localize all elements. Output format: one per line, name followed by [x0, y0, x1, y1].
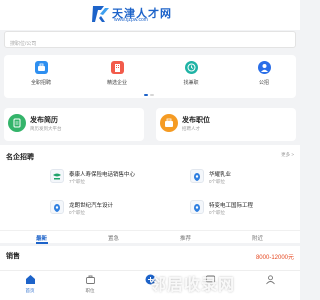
card-title: 发布简历 [30, 117, 58, 124]
company-name: 华耀乳业 [209, 172, 232, 178]
company-job-count: 0个职位 [209, 210, 226, 215]
job-title: 销售 [6, 253, 20, 260]
job-salary: 8000-12000元 [255, 255, 294, 261]
category-menu: 全职招聘 精选企业 找兼职 公招 [4, 55, 296, 98]
company-name: 龙朗世纪汽车设计 [69, 203, 114, 209]
post-job-card[interactable]: 发布职位 招聘人才 [156, 108, 296, 141]
logo-url: www.tjzpw.com [114, 17, 148, 23]
famous-companies-section: 名企招聘 更多 > 泰康人寿保险电话销售中心 7个职位 华耀乳业 0个职位 龙朗… [0, 145, 300, 230]
menu-item-label: 找兼职 [183, 80, 199, 86]
company-item[interactable]: 华耀乳业 0个职位 [190, 167, 320, 192]
company-job-count: 0个职位 [209, 179, 226, 184]
menu-item-companies[interactable]: 精选企业 [92, 61, 142, 93]
tab-urgent[interactable]: 置急 [108, 234, 119, 242]
menu-item-public[interactable]: 公招 [239, 61, 289, 93]
tabbar-profile[interactable] [250, 274, 290, 285]
card-subtitle: 简历发到大平台 [30, 126, 62, 131]
clock-icon [184, 61, 198, 74]
briefcase-icon [34, 61, 48, 74]
company-logo [190, 200, 204, 214]
search-input[interactable] [5, 36, 295, 52]
menu-item-label: 全职招聘 [30, 80, 51, 86]
bag-icon [85, 275, 95, 284]
resume-icon [8, 114, 26, 132]
tab-latest[interactable]: 最新 [36, 234, 47, 242]
site-logo[interactable]: 天津人才网 www.tjzpw.com [92, 5, 212, 27]
carousel-dots [144, 94, 156, 96]
tabbar-label: 首页 [25, 288, 35, 293]
company-item[interactable]: 特变电工国际工程 0个职位 [190, 198, 320, 223]
job-post-icon [160, 114, 178, 132]
building-icon [110, 61, 124, 74]
menu-item-label: 精选企业 [106, 80, 127, 86]
active-tab-indicator [36, 242, 48, 244]
header-bar: 天津人才网 www.tjzpw.com [0, 0, 300, 30]
user-icon [265, 275, 275, 285]
company-job-count: 7个职位 [69, 179, 86, 184]
menu-item-fulltime[interactable]: 全职招聘 [16, 61, 66, 93]
dot [150, 94, 154, 96]
tab-nearby[interactable]: 附近 [252, 234, 263, 242]
company-logo [50, 169, 64, 183]
company-item[interactable]: 泰康人寿保险电话销售中心 7个职位 [50, 167, 188, 192]
more-link[interactable]: 更多 > [281, 152, 294, 158]
tabbar-jobs[interactable]: 职位 [70, 274, 110, 294]
card-subtitle: 招聘人才 [182, 126, 200, 131]
company-name: 泰康人寿保险电话销售中心 [69, 172, 136, 178]
user-icon [257, 61, 271, 74]
tabbar-label: 职位 [85, 288, 95, 293]
company-name: 特变电工国际工程 [209, 203, 254, 209]
company-logo [50, 200, 64, 214]
dot-active [144, 94, 148, 96]
menu-item-parttime[interactable]: 找兼职 [166, 61, 216, 93]
tabbar-home[interactable]: 首页 [10, 274, 50, 294]
section-title: 名企招聘 [6, 154, 34, 161]
card-title: 发布职位 [182, 117, 210, 124]
tab-recommended[interactable]: 推荐 [180, 234, 191, 242]
search-box[interactable] [4, 31, 296, 52]
company-job-count: 0个职位 [69, 210, 86, 215]
menu-item-label: 公招 [258, 80, 269, 86]
company-logo [190, 169, 204, 183]
home-icon [25, 275, 35, 284]
company-item[interactable]: 龙朗世纪汽车设计 0个职位 [50, 198, 188, 223]
job-filter-tabs: 最新 置急 推荐 附近 [0, 230, 300, 244]
logo-mark-icon [92, 6, 109, 22]
post-resume-card[interactable]: 发布简历 简历发到大平台 [4, 108, 144, 141]
watermark: 邻居收录网 [150, 277, 236, 294]
